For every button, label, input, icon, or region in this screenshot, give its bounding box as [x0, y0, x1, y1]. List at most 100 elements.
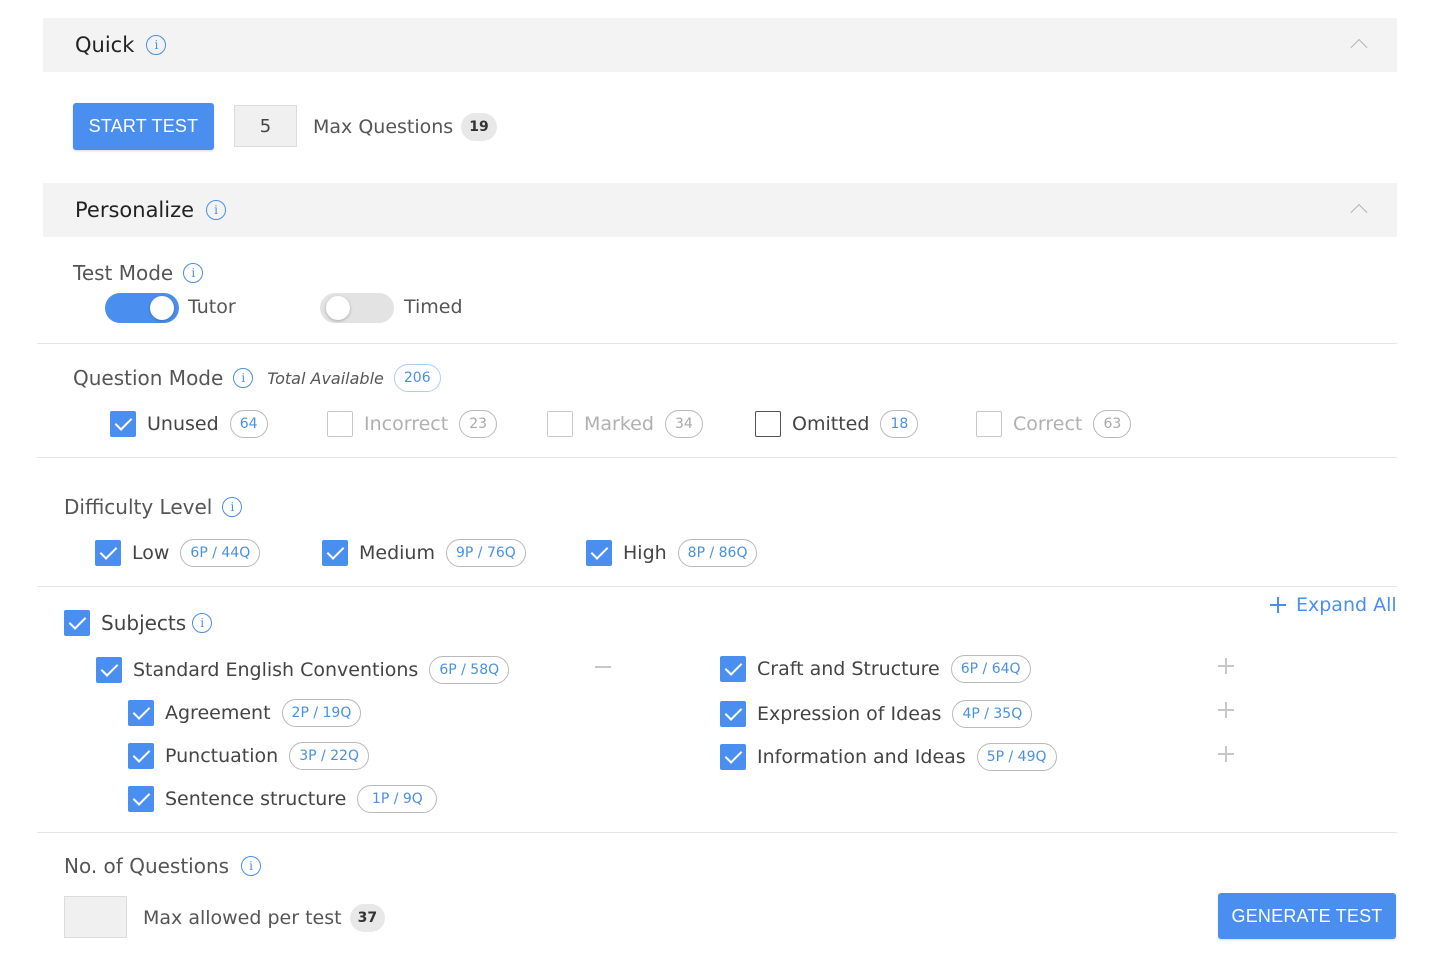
medium-count-badge: 9P / 76Q	[445, 539, 526, 567]
timed-toggle[interactable]	[320, 293, 394, 323]
marked-count-badge: 34	[664, 410, 703, 438]
divider	[37, 832, 1397, 833]
marked-checkbox[interactable]	[547, 411, 573, 437]
high-checkbox[interactable]	[586, 540, 612, 566]
medium-label: Medium	[359, 542, 435, 564]
medium-checkbox[interactable]	[322, 540, 348, 566]
incorrect-checkbox[interactable]	[327, 411, 353, 437]
test-mode-title: Test Mode	[73, 261, 174, 285]
quick-info-icon[interactable]: i	[146, 35, 167, 55]
start-test-button[interactable]: START TEST	[73, 103, 214, 150]
information-ideas-count-badge: 5P / 49Q	[976, 743, 1057, 771]
craft-structure-checkbox[interactable]	[720, 656, 746, 682]
personalize-collapse-chevron-icon[interactable]	[1350, 203, 1368, 221]
unused-label: Unused	[147, 413, 219, 435]
personalize-title: Personalize	[75, 198, 195, 222]
high-label: High	[623, 542, 667, 564]
difficulty-high[interactable]: High 8P / 86Q	[586, 539, 758, 567]
subject-agreement[interactable]: Agreement 2P / 19Q	[128, 699, 362, 727]
low-checkbox[interactable]	[95, 540, 121, 566]
toggle-knob	[150, 296, 174, 320]
subject-expression-ideas[interactable]: Expression of Ideas 4P / 35Q	[720, 700, 1033, 728]
num-questions-input[interactable]	[64, 896, 127, 938]
punctuation-checkbox[interactable]	[128, 743, 154, 769]
tutor-label: Tutor	[188, 296, 236, 318]
toggle-knob	[326, 296, 350, 320]
craft-structure-label: Craft and Structure	[757, 658, 940, 680]
subjects-all-checkbox[interactable]	[64, 610, 90, 636]
divider	[37, 343, 1397, 344]
omitted-count-badge: 18	[880, 410, 919, 438]
expand-all-link[interactable]: Expand All	[1270, 594, 1397, 616]
quick-max-questions: Max Questions 19	[313, 113, 497, 141]
expression-ideas-checkbox[interactable]	[720, 701, 746, 727]
test-mode-info-icon[interactable]: i	[183, 263, 204, 283]
subject-sentence-structure[interactable]: Sentence structure 1P / 9Q	[128, 785, 438, 813]
agreement-label: Agreement	[165, 702, 271, 724]
difficulty-medium[interactable]: Medium 9P / 76Q	[322, 539, 526, 567]
max-allowed-badge: 37	[349, 904, 386, 932]
unused-count-badge: 64	[229, 410, 268, 438]
correct-checkbox[interactable]	[976, 411, 1002, 437]
subjects-info-icon[interactable]: i	[192, 613, 213, 633]
low-count-badge: 6P / 44Q	[180, 539, 261, 567]
question-mode-marked[interactable]: Marked 34	[547, 410, 703, 438]
punctuation-label: Punctuation	[165, 745, 279, 767]
subject-craft-structure[interactable]: Craft and Structure 6P / 64Q	[720, 655, 1031, 683]
unused-checkbox[interactable]	[110, 411, 136, 437]
correct-count-badge: 63	[1093, 410, 1132, 438]
standard-english-label: Standard English Conventions	[133, 659, 419, 681]
question-mode-omitted[interactable]: Omitted 18	[755, 410, 919, 438]
sentence-structure-count-badge: 1P / 9Q	[357, 785, 438, 813]
generate-test-button[interactable]: GENERATE TEST	[1218, 893, 1396, 939]
plus-icon	[1270, 597, 1286, 613]
standard-english-count-badge: 6P / 58Q	[429, 656, 510, 684]
sentence-structure-label: Sentence structure	[165, 788, 347, 810]
expression-ideas-count-badge: 4P / 35Q	[952, 700, 1033, 728]
personalize-info-icon[interactable]: i	[206, 200, 227, 220]
subjects-heading[interactable]: Subjects i	[64, 610, 213, 636]
divider	[37, 586, 1397, 587]
total-available-badge: 206	[393, 364, 441, 392]
standard-english-checkbox[interactable]	[96, 657, 122, 683]
max-questions-badge: 19	[461, 113, 497, 141]
question-mode-correct[interactable]: Correct 63	[976, 410, 1132, 438]
subject-information-ideas[interactable]: Information and Ideas 5P / 49Q	[720, 743, 1057, 771]
craft-structure-count-badge: 6P / 64Q	[950, 655, 1031, 683]
omitted-checkbox[interactable]	[755, 411, 781, 437]
max-questions-label: Max Questions	[313, 116, 454, 138]
test-mode-heading: Test Mode i	[73, 261, 204, 285]
sentence-structure-checkbox[interactable]	[128, 786, 154, 812]
difficulty-low[interactable]: Low 6P / 44Q	[95, 539, 261, 567]
high-count-badge: 8P / 86Q	[677, 539, 758, 567]
difficulty-title: Difficulty Level	[64, 495, 213, 519]
marked-label: Marked	[584, 413, 654, 435]
personalize-section-header[interactable]: Personalize i	[43, 183, 1397, 237]
punctuation-count-badge: 3P / 22Q	[289, 742, 369, 770]
quick-question-count-input[interactable]	[234, 105, 297, 147]
subject-punctuation[interactable]: Punctuation 3P / 22Q	[128, 742, 369, 770]
difficulty-heading: Difficulty Level i	[64, 495, 243, 519]
question-mode-incorrect[interactable]: Incorrect 23	[327, 410, 498, 438]
expand-all-label: Expand All	[1296, 594, 1397, 616]
agreement-count-badge: 2P / 19Q	[281, 699, 362, 727]
question-mode-unused[interactable]: Unused 64	[110, 410, 268, 438]
expand-plus-icon[interactable]	[1218, 702, 1234, 718]
quick-title: Quick	[75, 33, 135, 57]
question-mode-info-icon[interactable]: i	[233, 368, 254, 388]
expand-plus-icon[interactable]	[1218, 658, 1234, 674]
collapse-minus-icon[interactable]	[595, 659, 611, 675]
agreement-checkbox[interactable]	[128, 700, 154, 726]
num-questions-info-icon[interactable]: i	[241, 856, 262, 876]
information-ideas-checkbox[interactable]	[720, 744, 746, 770]
difficulty-info-icon[interactable]: i	[222, 497, 243, 517]
omitted-label: Omitted	[792, 413, 870, 435]
quick-section-header[interactable]: Quick i	[43, 18, 1397, 72]
quick-collapse-chevron-icon[interactable]	[1350, 38, 1368, 56]
subject-standard-english[interactable]: Standard English Conventions 6P / 58Q	[96, 656, 510, 684]
num-questions-heading: No. of Questions i	[64, 854, 262, 878]
expand-plus-icon[interactable]	[1218, 746, 1234, 762]
timed-label: Timed	[404, 296, 463, 318]
tutor-toggle[interactable]	[105, 293, 179, 323]
question-mode-heading: Question Mode i Total Available 206	[73, 364, 441, 392]
